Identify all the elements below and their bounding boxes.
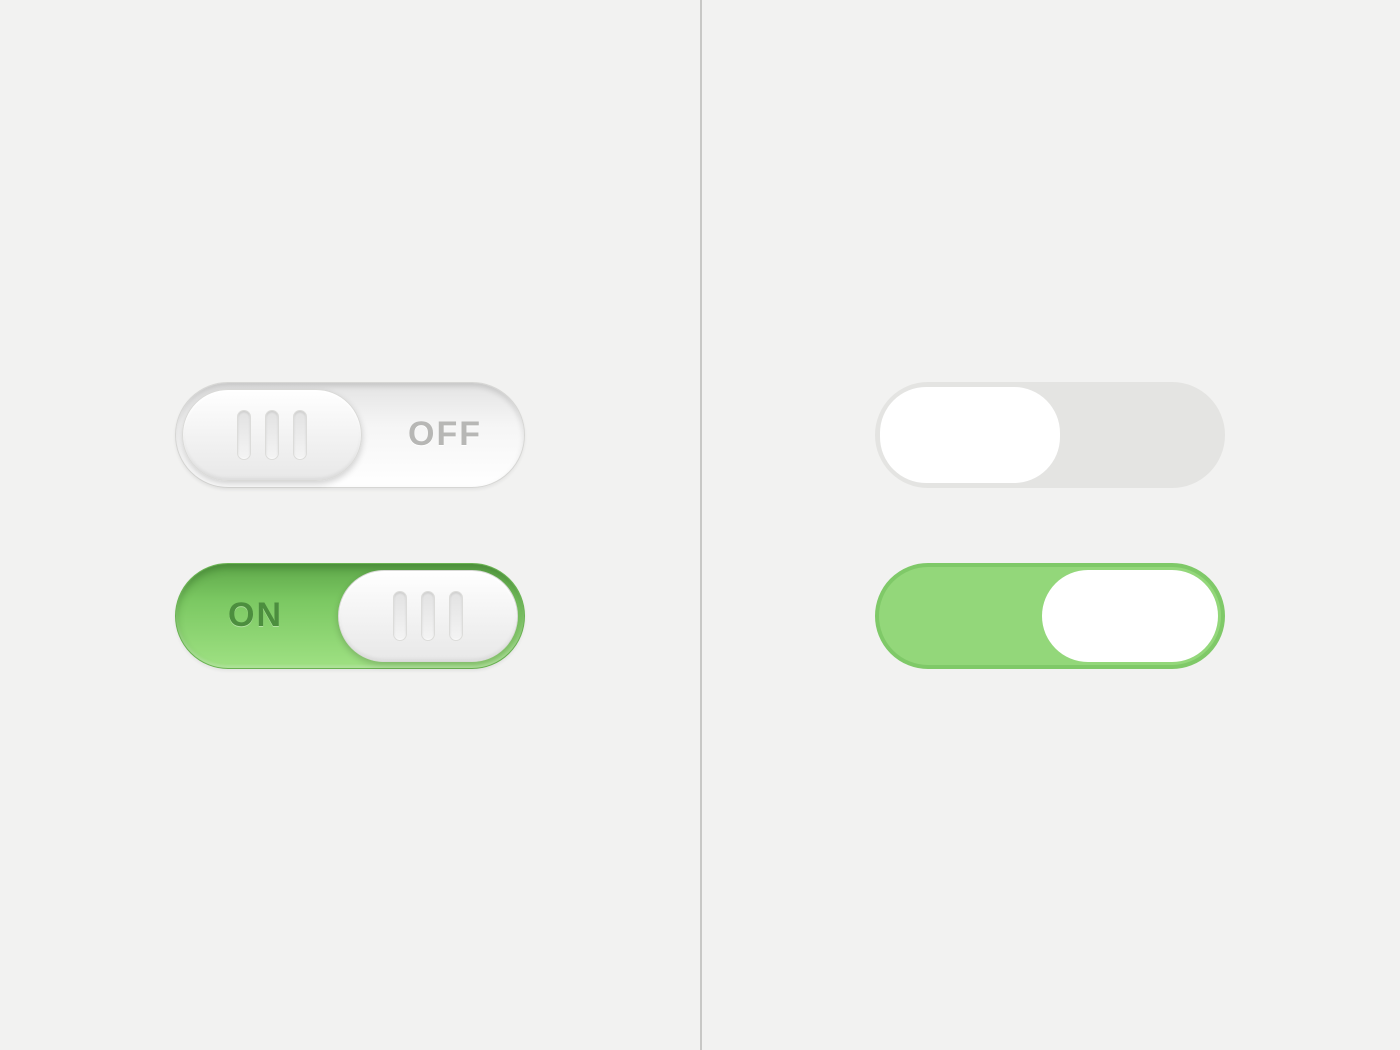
skeu-toggle-off[interactable]: OFF [175,382,525,488]
panel-skeuomorphic: OFF ON [0,0,700,1050]
skeu-knob-off[interactable] [182,389,362,481]
toggle-label-on: ON [228,596,283,635]
grip-icon [237,410,251,460]
flat-knob-on[interactable] [1042,570,1218,662]
flat-knob-off[interactable] [880,387,1060,483]
skeu-toggle-on[interactable]: ON [175,563,525,669]
grip-icon [265,410,279,460]
grip-icon [449,591,463,641]
toggle-label-off: OFF [408,415,482,454]
grip-icon [293,410,307,460]
flat-toggle-on[interactable] [875,563,1225,669]
flat-toggle-off[interactable] [875,382,1225,488]
panel-flat [700,0,1400,1050]
grip-icon [393,591,407,641]
grip-icon [421,591,435,641]
skeu-knob-on[interactable] [338,570,518,662]
